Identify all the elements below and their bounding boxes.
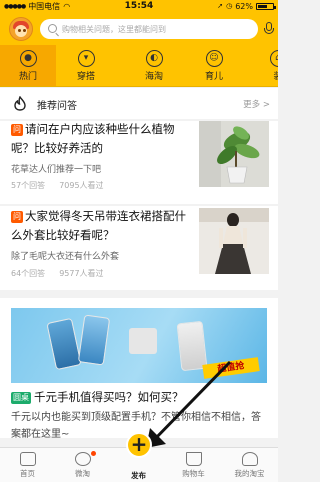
tab-my-taobao[interactable]: 我的淘宝 [222,448,277,482]
weitao-icon [74,452,91,466]
location-icon: ➚ [217,2,224,10]
question-card[interactable]: 问大家觉得冬天吊带连衣裙搭配什么外套比较好看呢？ 除了毛呢大衣还有什么外套 64… [0,206,278,290]
view-count: 9577人看过 [59,269,104,278]
user-icon [241,452,258,466]
tab-label: 微淘 [75,469,90,478]
tab-publish[interactable]: + 发布 [111,432,166,482]
cart-icon [185,452,202,466]
tab-parenting[interactable]: ☺ 育儿 [186,45,242,86]
question-badge: 问 [11,211,23,223]
avatar-eye-left [18,29,21,32]
flag-image [129,328,157,354]
question-title: 问请问在户内应该种些什么植物呢？比较好养活的 [11,120,191,158]
question-meta: 64个回答 9577人看过 [11,268,104,279]
view-count: 7095人看过 [59,181,104,190]
tab-outfit[interactable]: ▾ 穿搭 [58,45,114,86]
tab-label: 穿搭 [76,72,95,82]
avatar[interactable] [9,17,33,41]
alarm-icon: ◷ [226,2,233,10]
feature-title: 圆桌 千元手机值得买吗？如何买？ [11,389,184,405]
dress-thumbnail [199,208,269,274]
answer-count: 64个回答 [11,269,46,278]
tab-label: 装 [250,69,278,82]
search-input[interactable]: 购物相关问题，这里都能问到 [40,19,274,39]
avatar-eye-right [23,29,26,32]
tab-label: 热门 [18,72,37,82]
roundtable-badge: 圆桌 [11,392,31,404]
tab-label: 首页 [20,469,35,478]
tab-label: 海淘 [144,72,163,82]
tab-home[interactable]: 首页 [0,448,55,482]
question-title: 问大家觉得冬天吊带连衣裙搭配什么外套比较好看呢？ [11,207,191,245]
notification-dot [91,451,96,456]
tab-label: 发布 [131,471,146,480]
search-header: 购物相关问题，这里都能问到 [0,13,278,45]
shirt-icon: ▾ [77,50,95,67]
feature-card[interactable]: 超值抢 圆桌 千元手机值得买吗？如何买？ 千元以内也能买到顶级配置手机？不管你相信… [0,298,278,440]
status-bar: ●●●●● 中国电信 ◠ 15:54 ➚ ◷ 62% [0,0,278,13]
microphone-icon[interactable] [264,22,274,36]
phone-image [46,317,82,371]
status-right: ➚ ◷ 62% [217,0,276,13]
phone-image [176,320,208,372]
tab-overseas[interactable]: ◐ 海淘 [126,45,182,86]
globe-icon: ◐ [145,50,163,67]
phone-image [77,314,111,366]
search-placeholder: 购物相关问题，这里都能问到 [62,24,166,34]
category-tabs: ● 热门 ▾ 穿搭 ◐ 海淘 ☺ 育儿 ⌂ 装 [0,45,278,87]
battery-percent: 62% [235,2,253,11]
plant-thumbnail [199,121,269,187]
tab-decor[interactable]: ⌂ 装 [250,45,278,86]
banner-tag: 超值抢 [202,357,260,379]
question-badge: 问 [11,124,23,136]
flame-icon [14,96,26,111]
question-title-text: 请问在户内应该种些什么植物呢？比较好养活的 [11,122,175,155]
tab-cart[interactable]: 购物车 [166,448,221,482]
tab-weitao[interactable]: 微淘 [55,448,110,482]
tab-label: 购物车 [182,469,205,478]
answer-count: 57个回答 [11,181,46,190]
tab-label: 育儿 [204,72,223,82]
phone-banner: 超值抢 [11,308,267,383]
home-icon: ⌂ [269,50,278,67]
feature-title-text: 千元手机值得买吗？如何买？ [34,390,184,404]
hot-icon: ● [19,50,37,67]
home-icon [19,452,36,466]
question-meta: 57个回答 7095人看过 [11,180,104,191]
recommend-header: 推荐问答 更多 > [0,88,278,119]
tab-hot[interactable]: ● 热门 [0,45,56,86]
plus-icon: + [126,432,152,458]
bottom-tab-bar: 首页 微淘 + 发布 购物车 我的淘宝 [0,432,278,482]
question-title-text: 大家觉得冬天吊带连衣裙搭配什么外套比较好看呢？ [11,209,186,242]
more-link[interactable]: 更多 > [243,98,270,110]
search-icon [48,24,57,33]
baby-icon: ☺ [205,50,223,67]
tab-label: 我的淘宝 [234,469,265,478]
question-subtitle: 除了毛呢大衣还有什么外套 [11,252,120,262]
question-subtitle: 花草达人们推荐一下吧 [11,165,102,175]
recommend-title: 推荐问答 [37,101,77,112]
battery-icon [256,3,276,10]
question-card[interactable]: 问请问在户内应该种些什么植物呢？比较好养活的 花草达人们推荐一下吧 57个回答 7… [0,121,278,204]
